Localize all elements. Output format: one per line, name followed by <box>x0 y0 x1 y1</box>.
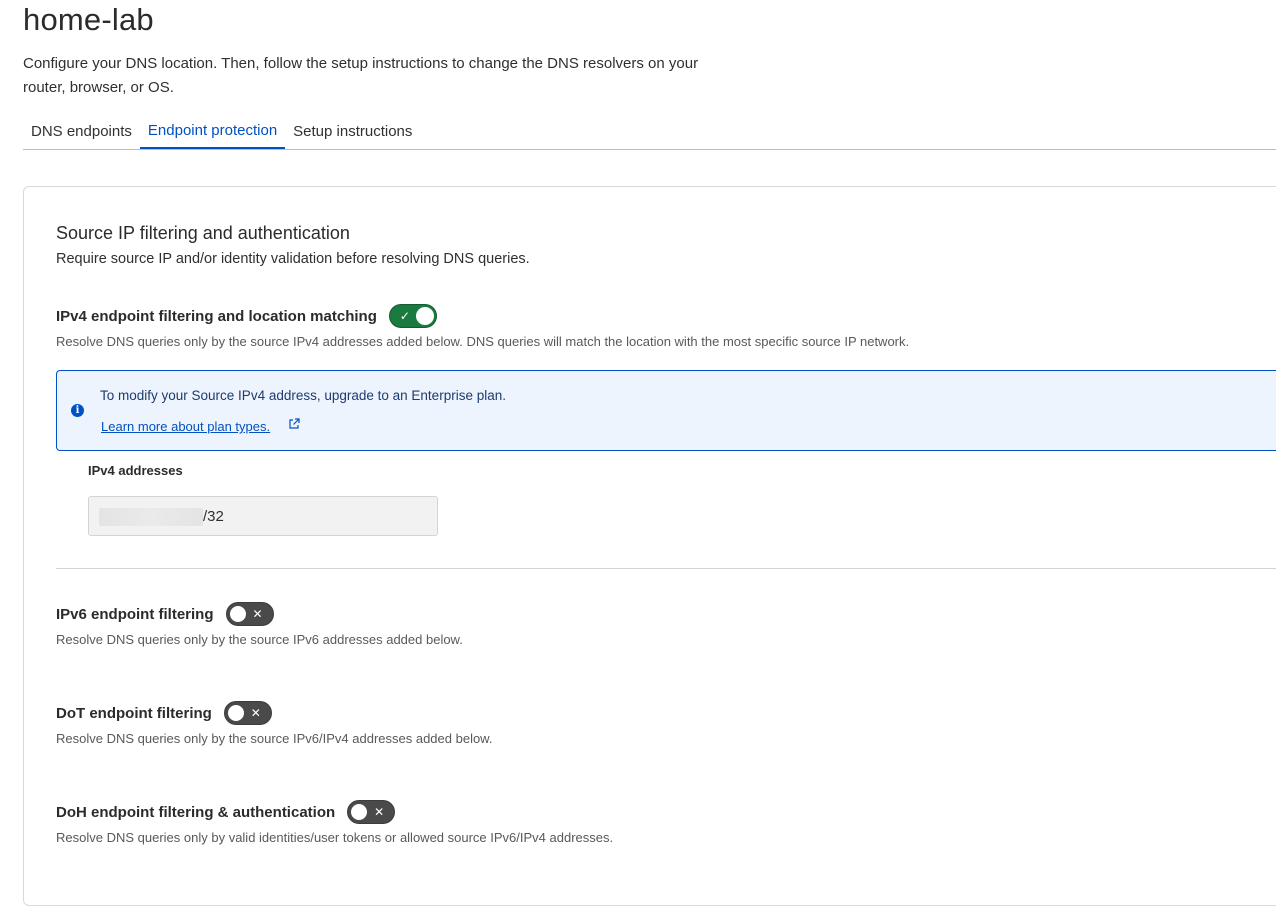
tab-dns-endpoints[interactable]: DNS endpoints <box>23 115 140 149</box>
doh-filtering-description: Resolve DNS queries only by valid identi… <box>56 830 614 845</box>
learn-more-link[interactable]: Learn more about plan types. <box>101 419 270 434</box>
divider <box>56 568 1276 569</box>
toggle-knob <box>228 605 247 623</box>
toggle-knob <box>226 704 245 722</box>
doh-filtering-toggle[interactable]: ✕ <box>347 800 396 824</box>
page-description: Configure your DNS location. Then, follo… <box>23 55 699 96</box>
setting-ipv4: IPv4 endpoint filtering and location mat… <box>56 303 1256 349</box>
ipv4-addresses-label: IPv4 addresses <box>88 463 183 478</box>
setting-ipv6: IPv6 endpoint filtering ✕ Resolve DNS qu… <box>56 601 1256 647</box>
close-icon: ✕ <box>250 706 261 720</box>
ipv4-filtering-toggle[interactable]: ✓ <box>388 304 437 328</box>
check-icon: ✓ <box>399 309 410 323</box>
external-link-icon <box>289 418 300 429</box>
endpoint-protection-card: Source IP filtering and authentication R… <box>23 186 1276 906</box>
ipv6-filtering-description: Resolve DNS queries only by the source I… <box>56 632 463 647</box>
tab-setup-instructions[interactable]: Setup instructions <box>285 115 420 149</box>
section-title: Source IP filtering and authentication <box>56 223 350 243</box>
ipv4-address-field: /32 <box>88 496 438 536</box>
ipv6-filtering-toggle[interactable]: ✕ <box>225 602 274 626</box>
close-icon: ✕ <box>252 607 263 621</box>
dot-filtering-description: Resolve DNS queries only by the source I… <box>56 731 493 746</box>
toggle-knob <box>350 803 369 821</box>
tab-bar: DNS endpoints Endpoint protection Setup … <box>23 115 1276 150</box>
upgrade-notice: i To modify your Source IPv4 address, up… <box>56 370 1276 451</box>
redacted-ip <box>99 508 203 526</box>
ip-cidr-suffix: /32 <box>203 508 224 525</box>
dot-filtering-label: DoT endpoint filtering <box>56 704 212 722</box>
ipv4-filtering-description: Resolve DNS queries only by the source I… <box>56 334 910 349</box>
info-icon: i <box>71 404 84 417</box>
ipv4-filtering-label: IPv4 endpoint filtering and location mat… <box>56 307 377 325</box>
setting-dot: DoT endpoint filtering ✕ Resolve DNS que… <box>56 700 1256 746</box>
toggle-knob <box>415 307 434 325</box>
dot-filtering-toggle[interactable]: ✕ <box>223 701 272 725</box>
ipv6-filtering-label: IPv6 endpoint filtering <box>56 605 214 623</box>
setting-doh: DoH endpoint filtering & authentication … <box>56 799 1256 845</box>
page-title: home-lab <box>23 2 154 37</box>
doh-filtering-label: DoH endpoint filtering & authentication <box>56 803 336 821</box>
section-description: Require source IP and/or identity valida… <box>56 251 530 267</box>
close-icon: ✕ <box>374 805 385 819</box>
tab-endpoint-protection[interactable]: Endpoint protection <box>139 115 286 149</box>
notice-text: To modify your Source IPv4 address, upgr… <box>100 388 506 403</box>
